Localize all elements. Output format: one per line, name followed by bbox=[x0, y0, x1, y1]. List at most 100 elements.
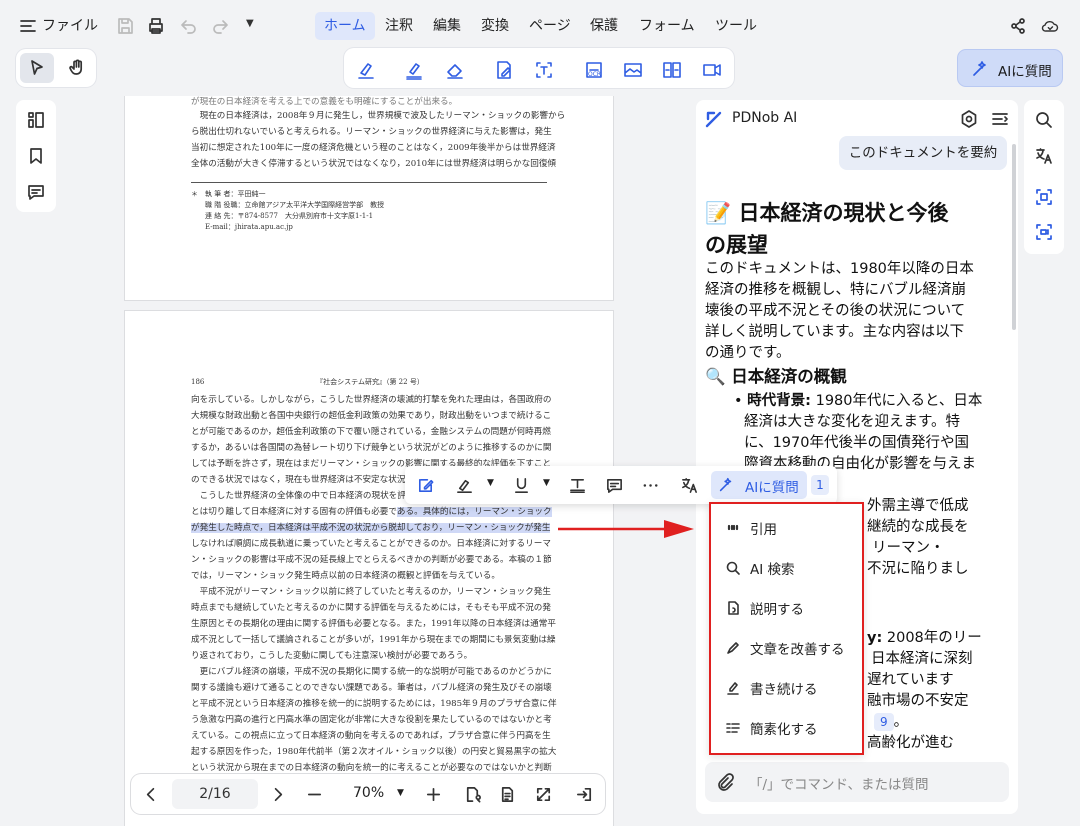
menu-item-explain[interactable]: 説明する bbox=[725, 596, 804, 620]
doc-text-fragment: とは切り離して日本経済に対する固有の評価も必要で bbox=[191, 507, 397, 517]
running-header: 『社会システム研究』（第 22 号） bbox=[316, 378, 424, 386]
bookmark-icon[interactable] bbox=[24, 144, 48, 168]
selection-toolbar: ▼ ▼ AIに質問 1 bbox=[405, 466, 837, 504]
menu-item-improve-writing[interactable]: 文章を改善する bbox=[725, 636, 845, 660]
menu-item-quote[interactable]: 引用 bbox=[725, 516, 777, 540]
select-mode-button[interactable] bbox=[20, 53, 54, 83]
fit-page-icon[interactable] bbox=[573, 784, 595, 804]
more-icon[interactable] bbox=[639, 475, 661, 495]
image-tool-icon[interactable] bbox=[619, 58, 647, 82]
doc-text-line: 関する議論も避けて通ることのできない課題である。筆者は，バブル経済の発生及びその… bbox=[191, 683, 552, 693]
quote-icon bbox=[727, 524, 739, 531]
doc-text-line: が現在の日本経済を考える上での意義をも明確にすることが出来る。 bbox=[191, 97, 458, 107]
tab-home[interactable]: ホーム bbox=[315, 12, 375, 40]
reference-badge[interactable]: 9 bbox=[874, 713, 894, 731]
file-menu[interactable]: ファイル bbox=[42, 16, 98, 36]
document-page-1: が現在の日本経済を考える上での意義をも明確にすることが出来る。 現在の日本経済は… bbox=[124, 96, 614, 301]
zoom-level[interactable]: 70% bbox=[353, 785, 384, 801]
highlighter-icon[interactable] bbox=[453, 475, 475, 495]
ocr-icon[interactable]: OCR bbox=[580, 58, 608, 82]
zoom-out-icon[interactable] bbox=[303, 784, 325, 804]
crop-screenshot-icon[interactable] bbox=[1032, 185, 1056, 209]
underline-dropdown-icon[interactable]: ▼ bbox=[543, 478, 550, 488]
page-number-input[interactable]: 2/16 bbox=[172, 779, 258, 809]
selected-text[interactable]: ある。具体的には，リーマン・ショック bbox=[396, 507, 552, 517]
summary-text-line: 壊後の平成不況とその後の状況について bbox=[705, 303, 966, 319]
tab-protect[interactable]: 保護 bbox=[581, 12, 627, 40]
doc-text-line: う急激な円高の進行と円高水準の固定化が非常に大きな役割を果たしているのではないか… bbox=[191, 715, 552, 725]
hamburger-menu-icon[interactable] bbox=[18, 16, 38, 36]
strikethrough-icon[interactable] bbox=[566, 475, 588, 495]
tab-form[interactable]: フォーム bbox=[630, 12, 704, 40]
highlighter-dropdown-icon[interactable]: ▼ bbox=[487, 478, 494, 488]
text-recognize-icon[interactable] bbox=[530, 58, 558, 82]
quick-access-dropdown-icon[interactable]: ▼ bbox=[246, 18, 254, 29]
fullscreen-icon[interactable] bbox=[532, 784, 554, 804]
zoom-dropdown-icon[interactable]: ▼ bbox=[397, 788, 404, 798]
edit-pen-icon[interactable] bbox=[414, 475, 436, 495]
summary-text-line: 高齢化が進む bbox=[867, 735, 954, 751]
translate-icon[interactable] bbox=[678, 475, 700, 495]
highlight-tool-icon[interactable] bbox=[352, 58, 380, 82]
memo-emoji-icon: 📝 bbox=[705, 201, 732, 225]
redo-icon[interactable] bbox=[209, 15, 231, 37]
hand-tool-icon[interactable] bbox=[60, 53, 94, 83]
next-page-icon[interactable] bbox=[266, 784, 288, 804]
comment-icon[interactable] bbox=[24, 180, 48, 204]
ai-settings-icon[interactable] bbox=[958, 108, 980, 130]
zoom-in-icon[interactable] bbox=[422, 784, 444, 804]
ask-ai-button[interactable]: AIに質問 bbox=[711, 471, 807, 499]
tab-annotate[interactable]: 注釈 bbox=[376, 12, 422, 40]
search-icon[interactable] bbox=[1032, 108, 1056, 132]
explain-icon bbox=[728, 601, 739, 615]
tab-edit[interactable]: 編集 bbox=[424, 12, 470, 40]
compare-icon[interactable] bbox=[658, 58, 686, 82]
undo-icon[interactable] bbox=[178, 15, 200, 37]
share-icon[interactable] bbox=[1007, 15, 1029, 37]
print-icon[interactable] bbox=[145, 15, 167, 37]
doc-text-line: 時点までも継続していたと考えるのかに関する評価を与えるためには，そもそも平成不況… bbox=[191, 603, 551, 613]
summary-text-line: 融市場の不安定 bbox=[867, 693, 969, 709]
tab-tools[interactable]: ツール bbox=[706, 12, 766, 40]
cloud-icon[interactable] bbox=[1038, 15, 1062, 37]
attach-icon[interactable] bbox=[715, 772, 735, 792]
improve-pen-icon bbox=[727, 642, 739, 654]
ai-history-icon[interactable] bbox=[989, 108, 1011, 130]
tab-page[interactable]: ページ bbox=[520, 12, 580, 40]
edit-text-icon[interactable] bbox=[490, 58, 518, 82]
ask-ai-top-button[interactable]: AIに質問 bbox=[957, 49, 1063, 87]
doc-text-line: と平成不況という日本経済の推移を統一的に説明するためには，1985年９月のプラザ… bbox=[191, 699, 557, 709]
translate-icon[interactable] bbox=[1032, 144, 1056, 168]
thumbnails-icon[interactable] bbox=[24, 108, 48, 132]
ask-ai-dropdown-menu: 引用 AI 検索 説明する 文章を改善する 書き続ける 簡素化する bbox=[709, 502, 864, 755]
doc-text-line: 全体の活動が大きく停滞するという状況ではなくなり，2010年には世界経済は明らか… bbox=[191, 159, 557, 169]
menu-item-continue-writing[interactable]: 書き続ける bbox=[725, 676, 818, 700]
ai-sparkle-icon bbox=[970, 59, 990, 79]
reference-badge[interactable]: 1 bbox=[811, 475, 829, 495]
ai-panel-scrollbar[interactable] bbox=[1012, 144, 1016, 330]
page-layout-icon[interactable] bbox=[496, 784, 518, 804]
menu-item-simplify[interactable]: 簡素化する bbox=[725, 716, 818, 740]
eraser-tool-icon[interactable] bbox=[441, 58, 469, 82]
doc-text-line: 起する原因を作った，1980年代前半（第２次オイル・ショック以後）の円安と貿易黒… bbox=[191, 747, 557, 757]
page-view-icon[interactable] bbox=[461, 784, 483, 804]
screen-record-icon[interactable] bbox=[698, 58, 726, 82]
underline-icon[interactable] bbox=[510, 475, 532, 495]
underline-tool-icon[interactable] bbox=[400, 58, 428, 82]
continue-writing-icon bbox=[727, 682, 739, 695]
footnote-line: 職 階 役職：立命館アジア太平洋大学国際経営学部 教授 bbox=[191, 201, 385, 209]
menu-item-ai-search[interactable]: AI 検索 bbox=[725, 556, 795, 580]
footnote-line: ＊ 執 筆 者：平田純一 bbox=[191, 190, 266, 198]
prev-page-icon[interactable] bbox=[140, 784, 162, 804]
screen-capture-icon[interactable] bbox=[1032, 220, 1056, 244]
ai-input-box[interactable]: 「/」でコマンド、または質問 bbox=[705, 762, 1009, 802]
footnote-line: 連 絡 先：〒874-8577 大分県別府市十文字原1-1-1 bbox=[191, 212, 374, 220]
note-icon[interactable] bbox=[603, 475, 625, 495]
save-icon[interactable] bbox=[114, 15, 136, 37]
document-viewport[interactable]: が現在の日本経済を考える上での意義をも明確にすることが出来る。 現在の日本経済は… bbox=[110, 96, 696, 826]
doc-text-line: えている。この視点に立って日本経済の動向を考えるのであれば，プラザ合意に伴う円高… bbox=[191, 731, 551, 741]
summary-text-line: の通りです。 bbox=[705, 345, 791, 361]
tab-convert[interactable]: 変換 bbox=[472, 12, 518, 40]
section-title-text: 日本経済の概観 bbox=[731, 367, 847, 386]
selected-text[interactable]: が発生した時点で，日本経済は平成不況の状況から脱却しており，リーマン・ショックが… bbox=[191, 523, 551, 533]
